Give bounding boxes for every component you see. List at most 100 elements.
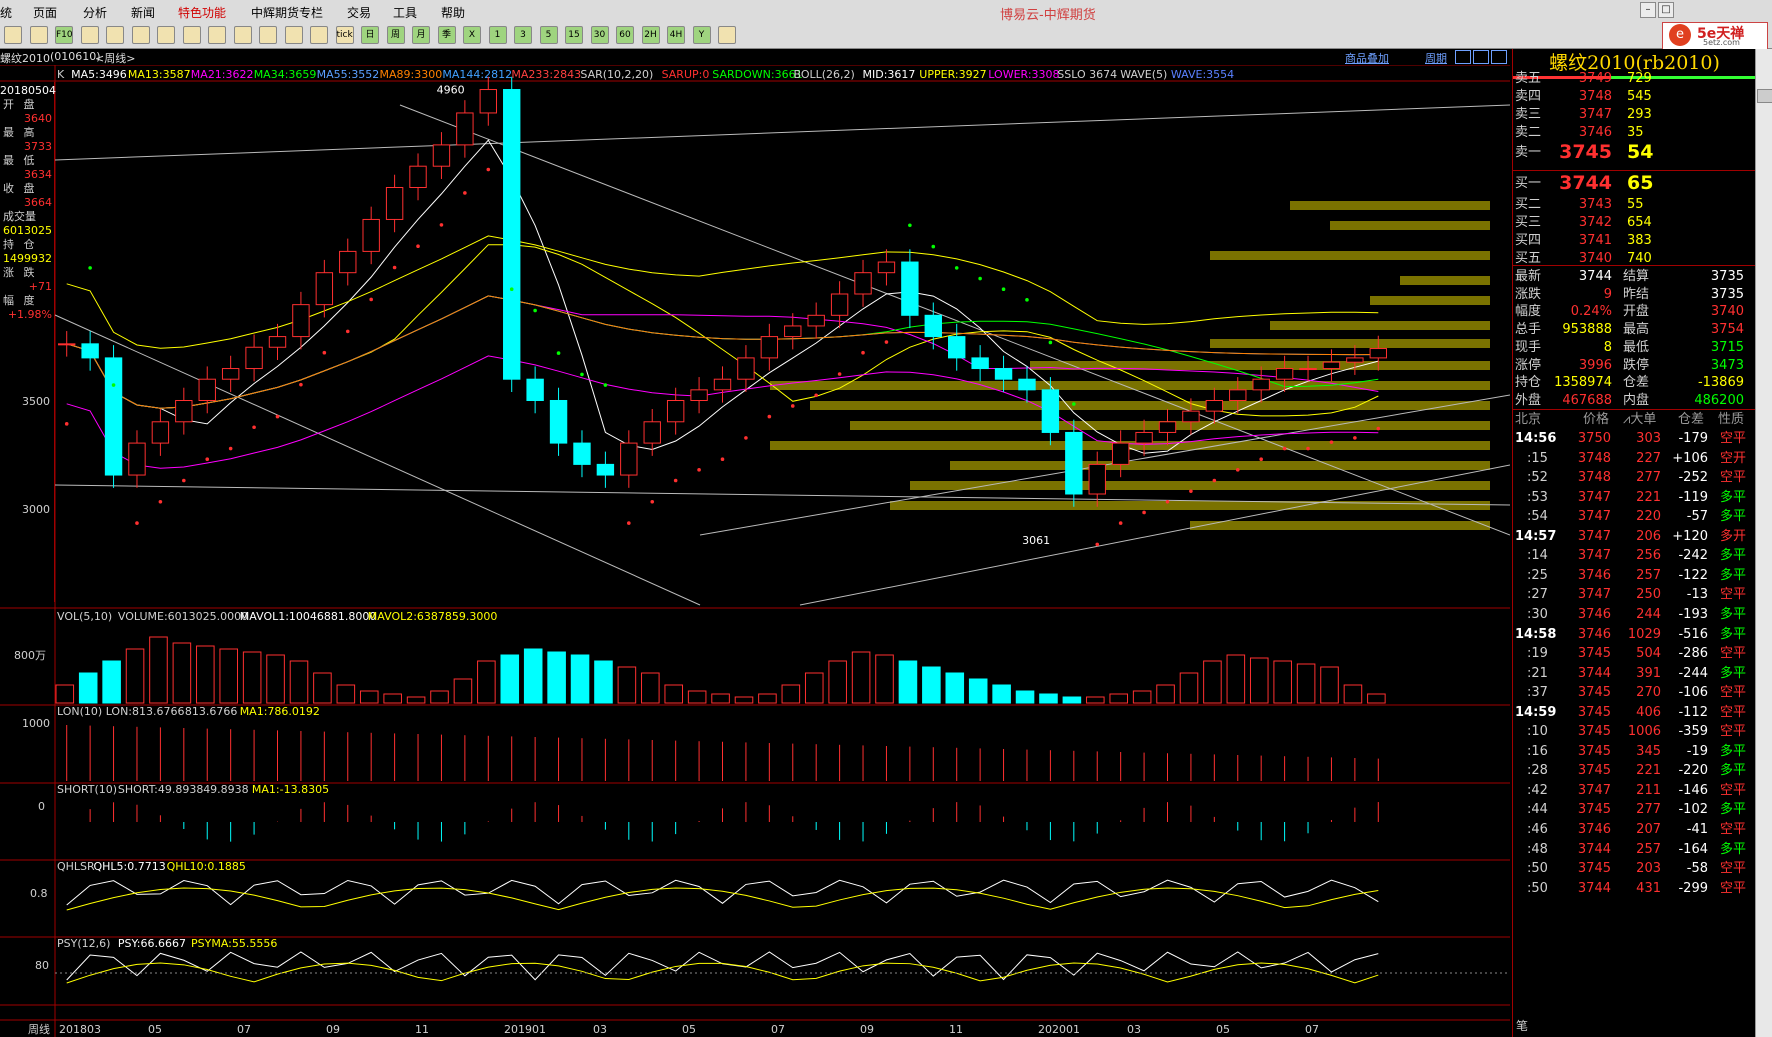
tick-nature: 空开 bbox=[1720, 450, 1747, 466]
pen-icon[interactable] bbox=[182, 26, 201, 44]
list-icon[interactable] bbox=[284, 26, 303, 44]
menu-help[interactable]: 帮助 bbox=[441, 4, 465, 21]
tick-col-time: 北京 bbox=[1515, 412, 1542, 427]
period-15[interactable]: 15 bbox=[565, 26, 583, 44]
period-周[interactable]: 周 bbox=[386, 26, 405, 44]
menu-analysis[interactable]: 分析 bbox=[83, 4, 107, 21]
tick-volume: 431 bbox=[1636, 880, 1661, 896]
period-F10[interactable]: F10 bbox=[55, 26, 73, 44]
bid-row: 买二 3743 55 bbox=[1513, 195, 1756, 214]
tick-time: :52 bbox=[1527, 470, 1548, 486]
stack-icon[interactable] bbox=[29, 26, 48, 44]
tick-volume: 221 bbox=[1636, 489, 1661, 505]
tick-price: 3746 bbox=[1577, 567, 1611, 583]
tick-nature: 空平 bbox=[1720, 880, 1747, 896]
chart-area[interactable]: K MA5:3496 MA13:3587 MA21:3622 MA34:3659 MA55… bbox=[0, 65, 1510, 1037]
tick-row: 14:57 3747 206 +120 多开 bbox=[1513, 527, 1756, 546]
menu-news[interactable]: 新闻 bbox=[131, 4, 155, 21]
search-icon[interactable] bbox=[106, 26, 124, 44]
period-X[interactable]: X bbox=[463, 26, 481, 44]
volume-profile-bar bbox=[810, 401, 1490, 410]
new-icon[interactable] bbox=[259, 26, 277, 44]
tick-time: :28 bbox=[1527, 763, 1548, 779]
menu-trade[interactable]: 交易 bbox=[347, 4, 371, 21]
volume-bar bbox=[125, 648, 145, 704]
calc-icon[interactable] bbox=[718, 26, 736, 44]
layout-icon[interactable] bbox=[1455, 50, 1471, 64]
menu-tools[interactable]: 工具 bbox=[393, 4, 417, 21]
volume-bar bbox=[734, 696, 754, 704]
period-tick[interactable]: tick bbox=[335, 26, 354, 44]
candle-body bbox=[432, 144, 451, 167]
period-Y[interactable]: Y bbox=[692, 26, 711, 44]
overlay-button[interactable]: 商品叠加 bbox=[1345, 50, 1389, 66]
bar-date: 20180504 bbox=[0, 84, 56, 97]
indicator-4: MA34:3659 bbox=[254, 68, 317, 81]
ask-row: 卖二 3746 35 bbox=[1513, 123, 1756, 142]
tick-volume: 227 bbox=[1636, 450, 1661, 466]
menu-features[interactable]: 特色功能 bbox=[178, 4, 226, 21]
volume-bar bbox=[1249, 657, 1269, 704]
menu-page[interactable]: 页面 bbox=[33, 4, 57, 21]
period-1[interactable]: 1 bbox=[488, 26, 507, 44]
period-5[interactable]: 5 bbox=[539, 26, 558, 44]
volume-bar bbox=[1015, 690, 1035, 704]
chart-icon[interactable] bbox=[310, 26, 328, 44]
indicator-16: SSLO 3674 bbox=[1057, 68, 1117, 81]
bid-price: 3744 bbox=[1559, 172, 1612, 194]
candle-body bbox=[1158, 421, 1177, 433]
volume-bar bbox=[1367, 693, 1386, 704]
period-60[interactable]: 60 bbox=[616, 26, 634, 44]
candle-body bbox=[994, 368, 1013, 380]
refresh-icon[interactable] bbox=[80, 26, 99, 44]
period-3[interactable]: 3 bbox=[514, 26, 532, 44]
vol-indicator-1: MAVOL1:10046881.8000 bbox=[240, 610, 377, 623]
stat-row: 涨跌 9 昨结 3735 bbox=[1513, 285, 1756, 304]
fullscreen-icon[interactable] bbox=[1491, 50, 1507, 64]
stat-value: 3735 bbox=[1710, 286, 1744, 302]
short-indicator-0: SHORT(10) bbox=[57, 783, 117, 796]
lon-indicator-2: 813.6766 bbox=[185, 705, 238, 718]
period-2H[interactable]: 2H bbox=[641, 26, 660, 44]
search2-icon[interactable] bbox=[131, 26, 150, 44]
volume-bar bbox=[1226, 654, 1246, 704]
pct-label: 幅 度 bbox=[3, 294, 38, 307]
ask-row: 卖三 3747 293 bbox=[1513, 105, 1756, 124]
indicator-7: MA144:2812 bbox=[442, 68, 512, 81]
sar-dot bbox=[228, 446, 233, 451]
tick-oi-change: -13 bbox=[1686, 587, 1708, 603]
scroll-thumb[interactable] bbox=[1757, 89, 1772, 103]
tab-tick[interactable]: 笔 bbox=[1516, 1017, 1528, 1034]
window-icon[interactable] bbox=[157, 26, 175, 44]
period-30[interactable]: 30 bbox=[590, 26, 609, 44]
period-季[interactable]: 季 bbox=[437, 26, 456, 44]
candle-body bbox=[573, 442, 591, 465]
volume-bar bbox=[55, 684, 75, 704]
split-icon[interactable] bbox=[1473, 50, 1489, 64]
volume-bar bbox=[1273, 660, 1292, 704]
candle-body bbox=[198, 378, 216, 401]
lon-indicator-0: LON(10) bbox=[57, 705, 102, 718]
filter-icon[interactable] bbox=[233, 26, 252, 44]
period-月[interactable]: 月 bbox=[412, 26, 430, 44]
period-日[interactable]: 日 bbox=[361, 26, 379, 44]
sar-dot bbox=[627, 521, 631, 525]
dollar-icon[interactable] bbox=[208, 26, 226, 44]
tick-price: 3745 bbox=[1577, 685, 1611, 701]
period-4H[interactable]: 4H bbox=[667, 26, 685, 44]
stat-value: -13869 bbox=[1697, 375, 1744, 391]
tick-oi-change: -299 bbox=[1678, 880, 1708, 896]
period-button[interactable]: 周期 bbox=[1425, 50, 1447, 66]
home-icon[interactable] bbox=[4, 26, 22, 44]
maximize-icon[interactable]: □ bbox=[1658, 2, 1674, 18]
tick-price: 3745 bbox=[1577, 763, 1611, 779]
menu-column[interactable]: 中辉期货专栏 bbox=[251, 4, 323, 21]
volume-value: 6013025 bbox=[3, 224, 52, 237]
candle-body bbox=[128, 442, 146, 476]
change-label: 涨 跌 bbox=[3, 266, 38, 279]
sar-dot bbox=[1306, 446, 1310, 451]
sar-dot bbox=[603, 383, 608, 387]
vertical-scrollbar[interactable] bbox=[1755, 49, 1772, 1037]
minimize-icon[interactable]: – bbox=[1640, 2, 1656, 18]
menu-system[interactable]: 统 bbox=[0, 4, 12, 21]
